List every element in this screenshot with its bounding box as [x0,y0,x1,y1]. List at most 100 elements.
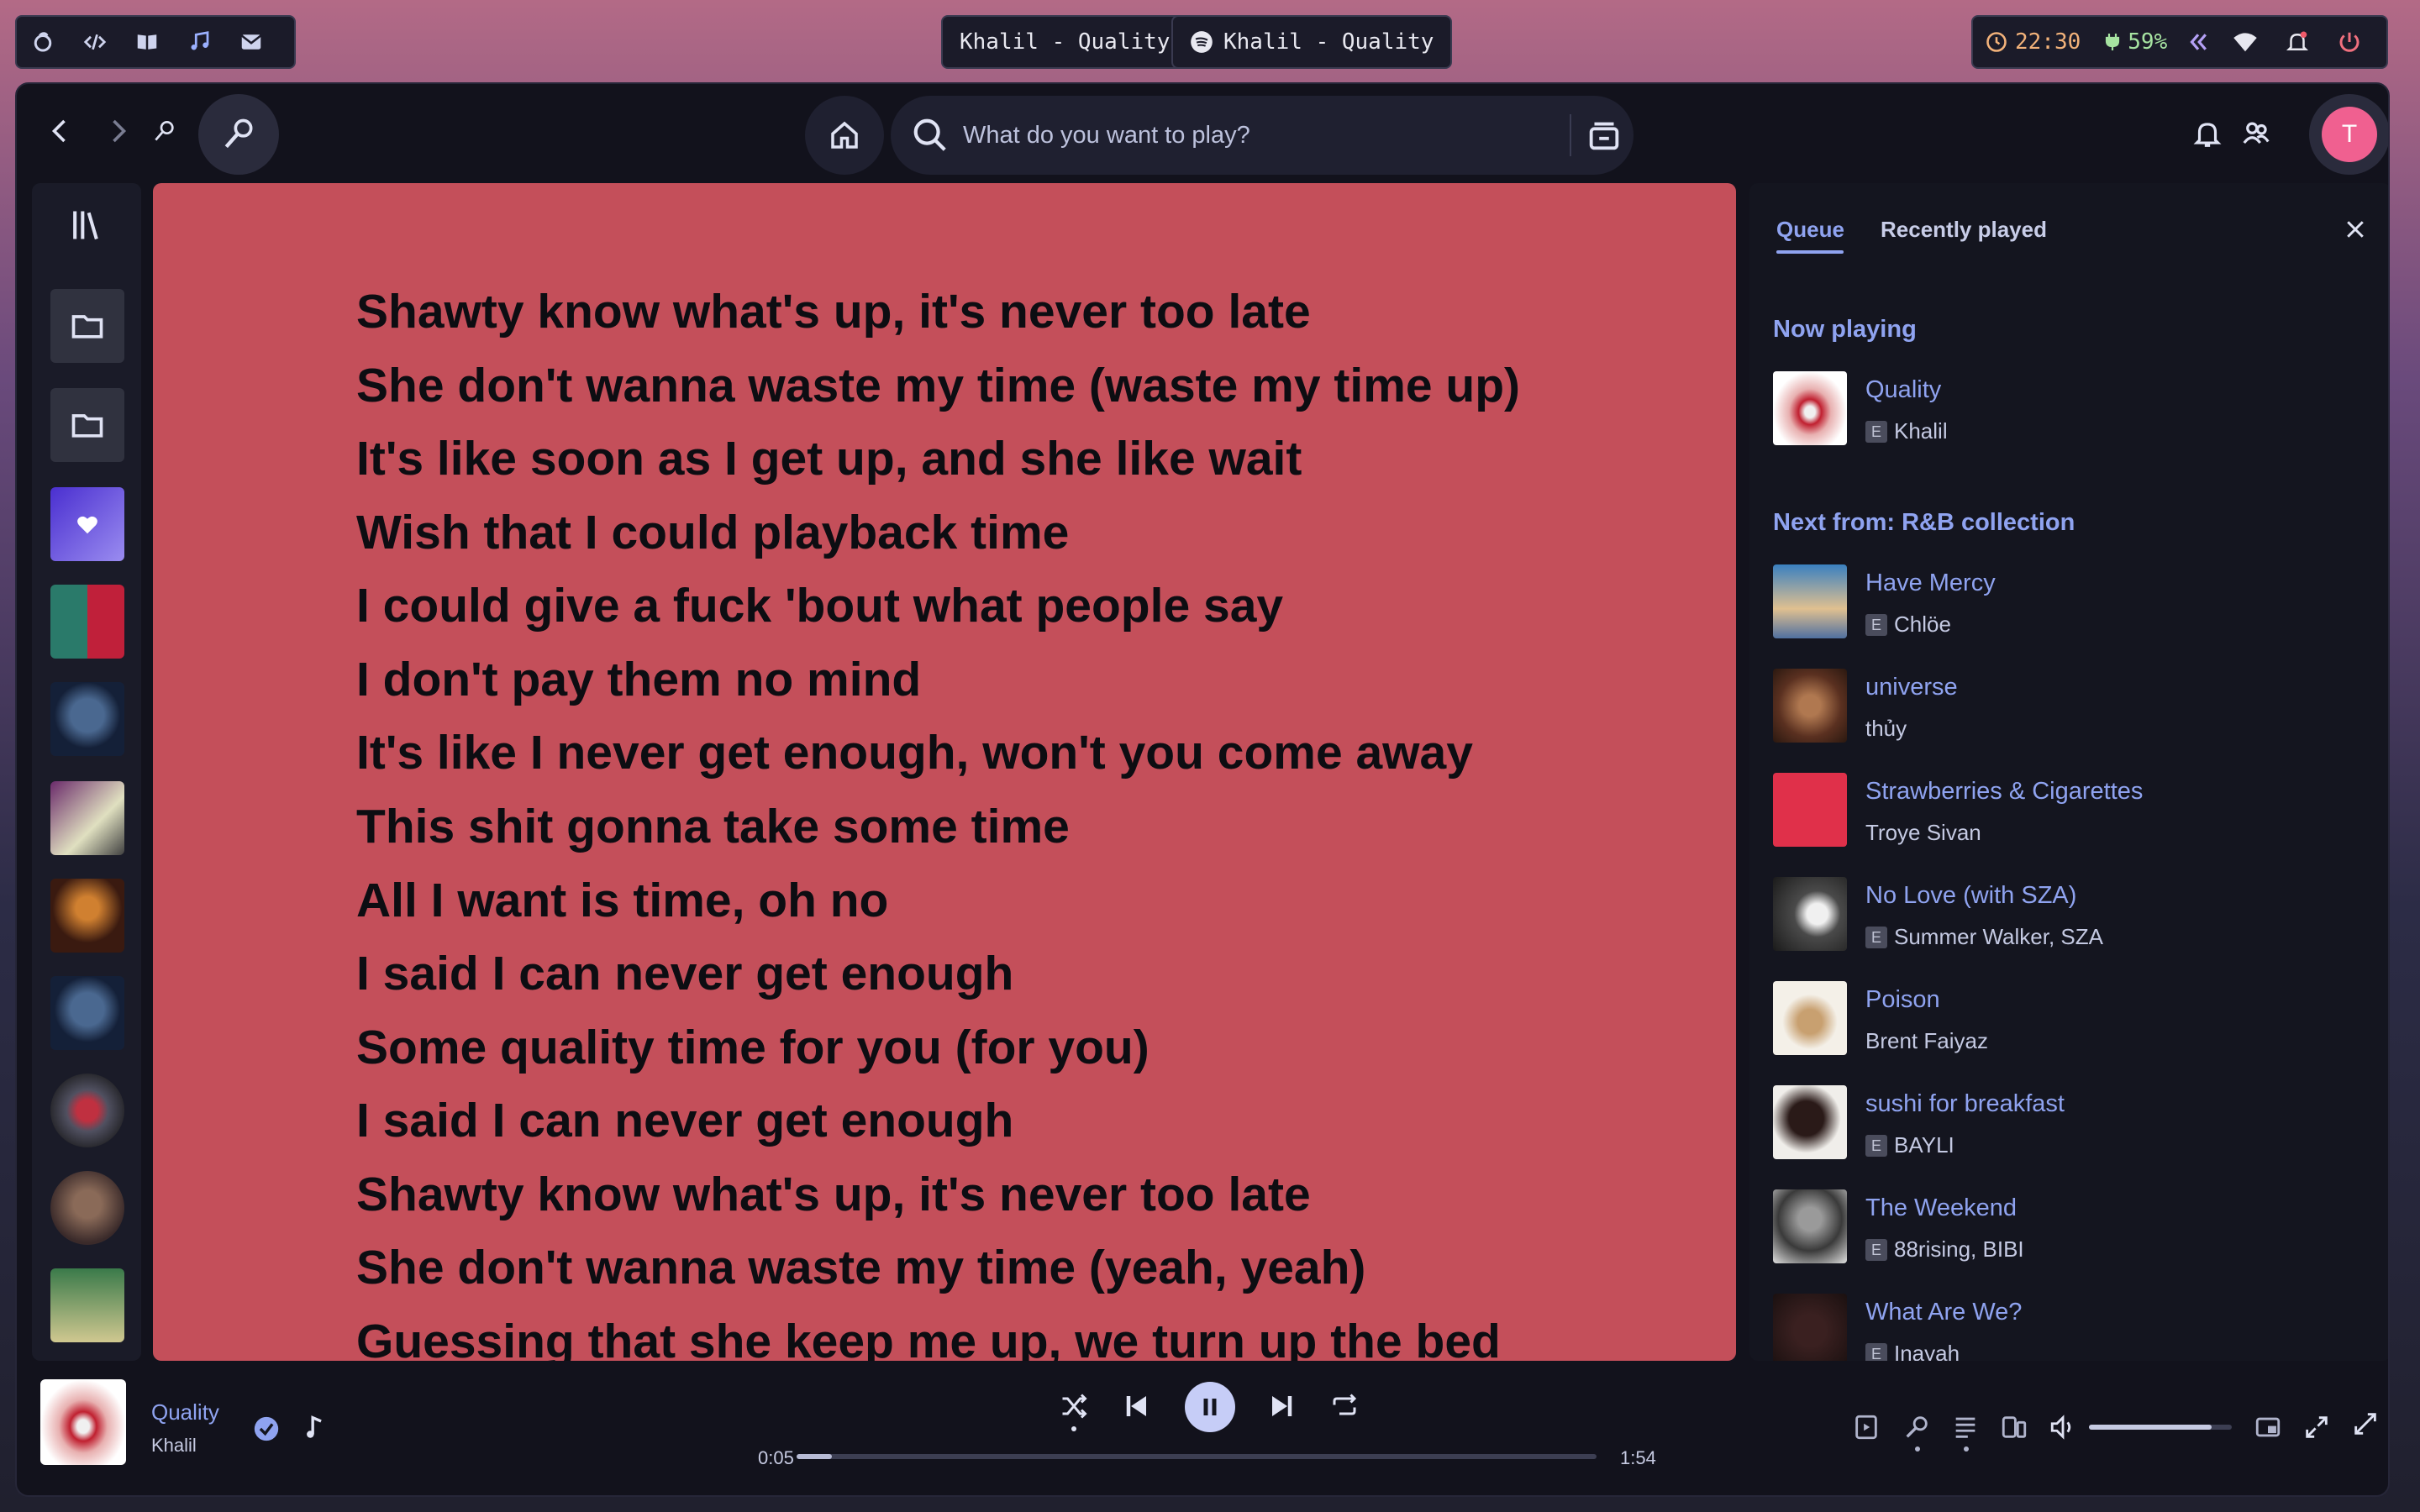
lyrics-line[interactable]: I said I can never get enough [356,946,1013,1001]
friend-activity-icon[interactable] [2240,118,2272,150]
lyrics-line[interactable]: Shawty know what's up, it's never too la… [356,1167,1311,1222]
queue-item[interactable]: sushi for breakfast E BAYLI [1773,1085,2361,1169]
home-button[interactable] [805,96,884,175]
now-playing-item[interactable]: Quality E Khalil [1773,371,2361,455]
lyrics-line[interactable]: It's like soon as I get up, and she like… [356,431,1302,486]
album-art [1773,1085,1847,1159]
music-icon[interactable] [173,17,225,67]
now-playing-view-icon[interactable] [1852,1413,1881,1441]
library-icon[interactable] [67,205,104,245]
battery[interactable]: 59% [2092,29,2177,55]
lyrics-line[interactable]: It's like I never get enough, won't you … [356,725,1473,780]
next-icon[interactable] [1267,1391,1297,1421]
window-title-1[interactable]: Khalil - Quality [941,15,1189,69]
previous-icon[interactable] [1121,1391,1151,1421]
queue-item[interactable]: No Love (with SZA) E Summer Walker, SZA [1773,877,2361,961]
lyrics-line[interactable]: I could give a fuck 'bout what people sa… [356,578,1283,633]
queue-item[interactable]: Have Mercy E Chlöe [1773,564,2361,648]
album-art [1773,1294,1847,1361]
lyrics-line[interactable]: Shawty know what's up, it's never too la… [356,284,1311,339]
album-art [1773,371,1847,445]
track-title: Poison [1865,986,1940,1013]
track-artist: Troye Sivan [1865,820,1981,845]
power-icon[interactable] [2323,17,2375,67]
artist-avatar[interactable] [50,1171,124,1245]
queue-icon[interactable] [1951,1413,1980,1441]
back-button[interactable] [45,116,76,146]
progress-bar[interactable] [797,1454,1597,1459]
volume-icon[interactable] [2049,1413,2077,1441]
elapsed-time: 0:05 [758,1447,794,1468]
code-icon[interactable] [69,17,121,67]
playlist-cover[interactable] [50,976,124,1050]
book-icon[interactable] [121,17,173,67]
volume-slider[interactable] [2089,1425,2232,1430]
folder-icon[interactable] [50,289,124,363]
music-note-icon[interactable] [301,1413,329,1441]
queue-item[interactable]: universe thủy [1773,669,2361,753]
lyrics-line[interactable]: Wish that I could playback time [356,505,1069,560]
lyrics-line[interactable]: This shit gonna take some time [356,799,1070,854]
expand-icon[interactable] [2302,1413,2331,1441]
folder-icon[interactable] [50,388,124,462]
playlist-cover[interactable] [50,879,124,953]
lyrics-line[interactable]: Guessing that she keep me up, we turn up… [356,1314,1501,1361]
fullscreen-icon[interactable] [2351,1410,2380,1438]
liked-songs-heart-icon[interactable] [50,487,124,561]
lyrics-line[interactable]: She don't wanna waste my time (waste my … [356,358,1520,413]
tab-underline [1776,250,1844,254]
current-album-art[interactable] [40,1379,126,1465]
search-input[interactable] [963,96,1551,175]
mail-icon[interactable] [225,17,277,67]
queue-item[interactable]: Poison Brent Faiyaz [1773,981,2361,1065]
track-artist: Inayah [1894,1341,1960,1361]
clock[interactable]: 22:30 [1973,29,2092,55]
track-title: No Love (with SZA) [1865,882,2077,909]
tab-recently-played[interactable]: Recently played [1881,217,2047,243]
playlist-cover[interactable] [50,1268,124,1342]
pause-button[interactable] [1185,1382,1235,1432]
browse-icon[interactable] [1585,116,1623,155]
lyrics-icon[interactable] [1902,1413,1931,1441]
playlist-cover[interactable] [50,781,124,855]
miniplayer-icon[interactable] [2254,1413,2282,1441]
track-title: The Weekend [1865,1194,2018,1221]
track-artist: thủy [1865,716,1907,741]
track-artist: Brent Faiyaz [1865,1028,1988,1053]
notification-bell-icon[interactable] [2271,17,2323,67]
saved-check-icon[interactable] [252,1415,281,1443]
forward-button[interactable] [103,116,133,146]
album-art [1773,1189,1847,1263]
playlist-cover[interactable] [50,682,124,756]
firefox-icon[interactable] [17,17,69,67]
connect-device-icon[interactable] [2000,1413,2028,1441]
profile-button[interactable]: T [2309,94,2388,175]
lyrics-mic-button[interactable] [198,94,279,175]
queue-item[interactable]: What Are We? E Inayah [1773,1294,2361,1361]
chevrons-left-icon[interactable] [2177,17,2219,67]
pin-icon[interactable] [151,118,178,144]
playlist-cover[interactable] [50,585,124,659]
total-duration: 1:54 [1620,1447,1656,1468]
spotify-icon [1191,31,1213,53]
current-track-title[interactable]: Quality [151,1399,219,1425]
lyrics-line[interactable]: All I want is time, oh no [356,873,888,928]
lyrics-active-dot [1915,1446,1920,1452]
shuffle-icon[interactable] [1059,1391,1089,1421]
notifications-bell-icon[interactable] [2191,118,2223,150]
tab-queue[interactable]: Queue [1776,217,1844,243]
explicit-badge: E [1865,1342,1887,1361]
close-icon[interactable] [2343,217,2368,242]
window-title-2[interactable]: Khalil - Quality [1171,15,1453,69]
artist-avatar[interactable] [50,1074,124,1147]
current-track-artist[interactable]: Khalil [151,1435,197,1457]
lyrics-line[interactable]: She don't wanna waste my time (yeah, yea… [356,1240,1365,1295]
lyrics-line[interactable]: I don't pay them no mind [356,652,921,707]
wifi-icon[interactable] [2219,17,2271,67]
track-artist: BAYLI [1894,1132,1954,1158]
repeat-icon[interactable] [1329,1391,1360,1421]
queue-item[interactable]: Strawberries & Cigarettes Troye Sivan [1773,773,2361,857]
lyrics-line[interactable]: Some quality time for you (for you) [356,1020,1150,1075]
lyrics-line[interactable]: I said I can never get enough [356,1093,1013,1148]
queue-item[interactable]: The Weekend E 88rising, BIBI [1773,1189,2361,1273]
